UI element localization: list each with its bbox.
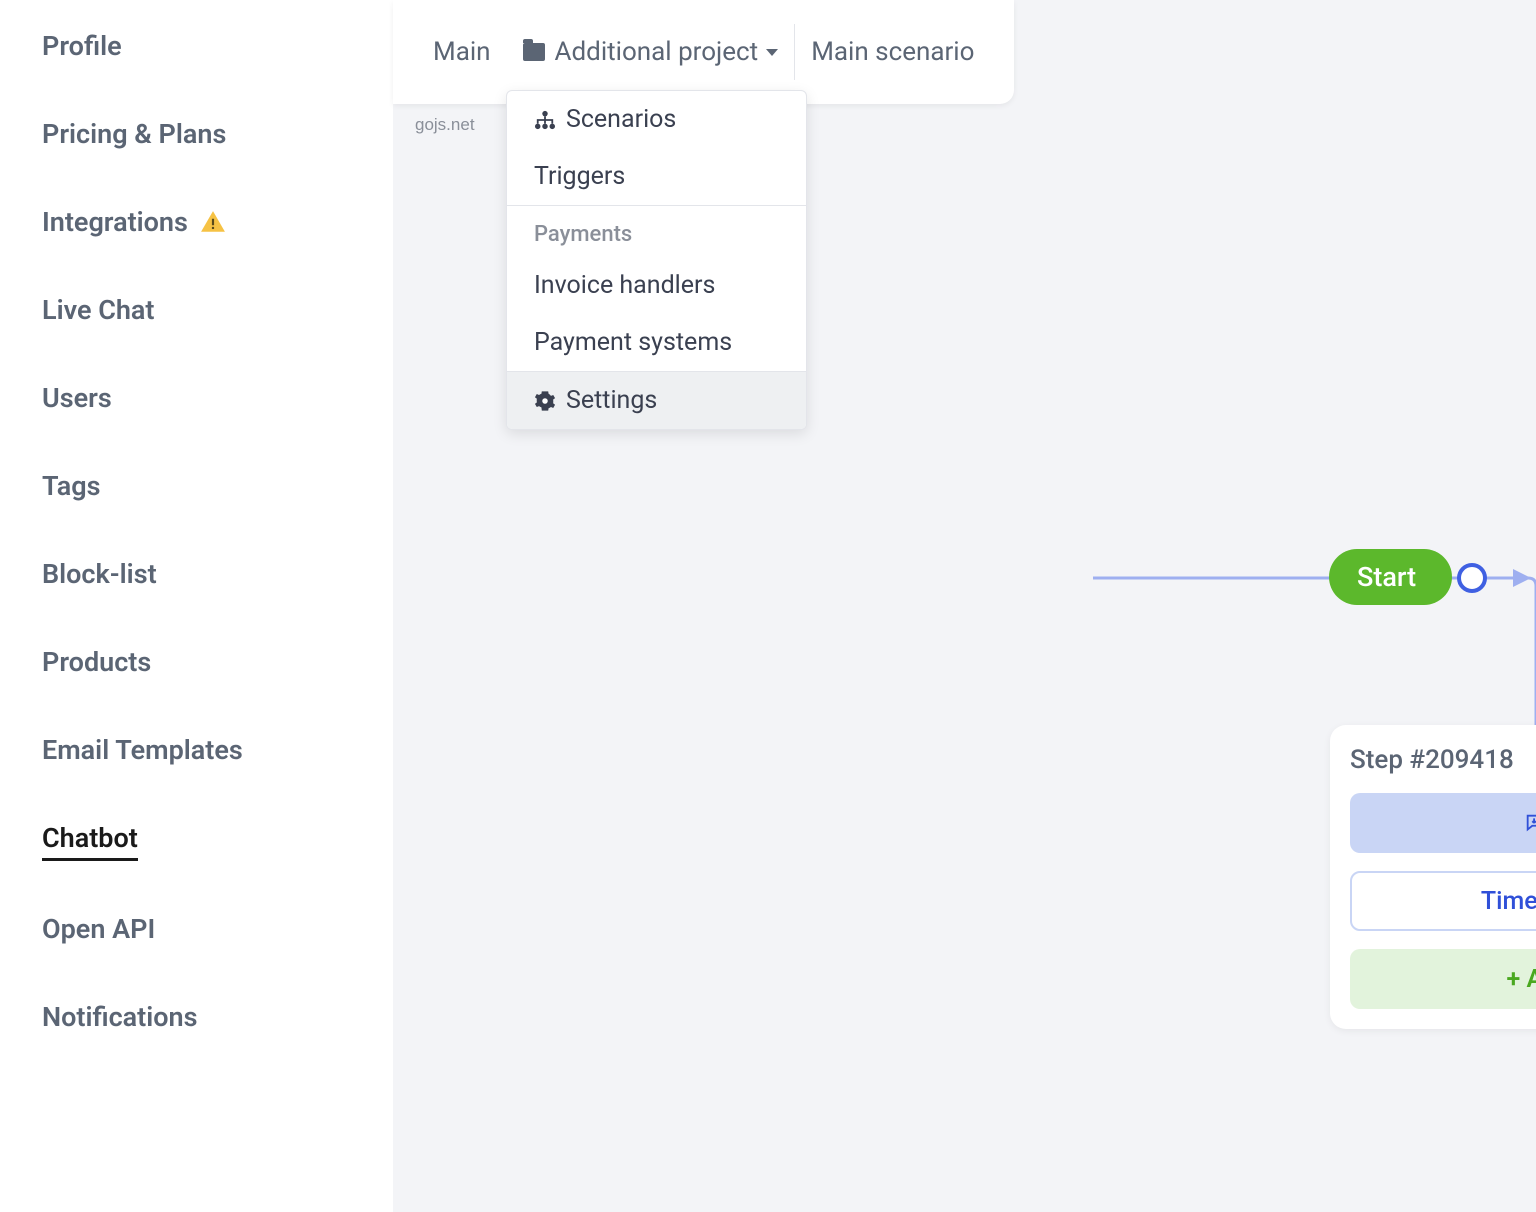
- start-node-label: Start: [1357, 561, 1416, 593]
- dropdown-label: Scenarios: [566, 105, 676, 134]
- step-title: Step #209418: [1350, 745, 1514, 775]
- dropdown-label: Triggers: [534, 162, 625, 191]
- canvas[interactable]: gojs.net Start Step #209418 /start: [393, 0, 1536, 1212]
- sidebar-item-label: Chatbot: [42, 822, 138, 854]
- sidebar-item-label: Profile: [42, 30, 122, 62]
- start-node-port[interactable]: [1457, 563, 1487, 593]
- breadcrumb-project-label: Additional project: [555, 37, 759, 67]
- sidebar-item-label: Integrations: [42, 206, 188, 238]
- step-timeout-label: Timeout in 24 hr: [1481, 887, 1536, 916]
- step-timeout-slot[interactable]: Timeout in 24 hr +: [1350, 871, 1536, 931]
- breadcrumb-scenario-label: Main scenario: [811, 37, 974, 67]
- gear-icon: [534, 390, 556, 412]
- sidebar-item-livechat[interactable]: Live Chat: [42, 294, 393, 326]
- chevron-down-icon: [766, 49, 778, 56]
- sidebar: Profile Pricing & Plans Integrations Liv…: [0, 0, 393, 1212]
- project-dropdown-menu: Scenarios Triggers Payments Invoice hand…: [506, 90, 807, 430]
- sidebar-item-notifications[interactable]: Notifications: [42, 1001, 393, 1033]
- breadcrumb-main-label: Main: [433, 37, 491, 67]
- sidebar-item-chatbot[interactable]: Chatbot: [42, 822, 138, 861]
- dropdown-item-invoice-handlers[interactable]: Invoice handlers: [507, 257, 806, 314]
- step-add-block[interactable]: + Add block: [1350, 949, 1536, 1009]
- sidebar-item-integrations[interactable]: Integrations: [42, 206, 393, 238]
- sidebar-item-label: Products: [42, 646, 151, 678]
- dropdown-label: Payment systems: [534, 328, 732, 357]
- warning-icon: [200, 209, 226, 235]
- sidebar-item-label: Live Chat: [42, 294, 155, 326]
- sidebar-item-users[interactable]: Users: [42, 382, 393, 414]
- dropdown-label: Settings: [566, 386, 657, 415]
- sidebar-item-label: Notifications: [42, 1001, 198, 1033]
- sidebar-item-email-templates[interactable]: Email Templates: [42, 734, 393, 766]
- sidebar-item-products[interactable]: Products: [42, 646, 393, 678]
- breadcrumb: Main Additional project Main scenario: [393, 0, 1014, 104]
- sidebar-item-blocklist[interactable]: Block-list: [42, 558, 393, 590]
- breadcrumb-project-dropdown[interactable]: Additional project: [507, 0, 795, 104]
- breadcrumb-main[interactable]: Main: [417, 0, 507, 104]
- start-node[interactable]: Start: [1329, 549, 1452, 605]
- sidebar-item-tags[interactable]: Tags: [42, 470, 393, 502]
- step-card[interactable]: Step #209418 /start Timeout in 24 hr + +…: [1330, 725, 1536, 1029]
- dropdown-item-scenarios[interactable]: Scenarios: [507, 91, 806, 148]
- step-add-label: + Add block: [1507, 965, 1536, 994]
- sidebar-item-label: Email Templates: [42, 734, 243, 766]
- step-header: Step #209418: [1350, 745, 1536, 775]
- dropdown-item-triggers[interactable]: Triggers: [507, 148, 806, 205]
- message-in-icon: [1524, 812, 1536, 834]
- step-start-slot[interactable]: /start: [1350, 793, 1536, 853]
- sitemap-icon: [534, 110, 556, 130]
- sidebar-item-label: Pricing & Plans: [42, 118, 226, 150]
- dropdown-header-payments: Payments: [507, 206, 806, 257]
- folder-icon: [523, 43, 545, 61]
- breadcrumb-scenario[interactable]: Main scenario: [795, 0, 990, 104]
- dropdown-label: Invoice handlers: [534, 271, 715, 300]
- sidebar-item-label: Block-list: [42, 558, 157, 590]
- sidebar-item-openapi[interactable]: Open API: [42, 913, 393, 945]
- watermark: gojs.net: [415, 115, 475, 135]
- sidebar-item-label: Tags: [42, 470, 100, 502]
- sidebar-item-label: Open API: [42, 913, 155, 945]
- dropdown-item-payment-systems[interactable]: Payment systems: [507, 314, 806, 371]
- sidebar-item-label: Users: [42, 382, 112, 414]
- sidebar-item-pricing[interactable]: Pricing & Plans: [42, 118, 393, 150]
- dropdown-item-settings[interactable]: Settings: [507, 372, 806, 429]
- sidebar-item-profile[interactable]: Profile: [42, 30, 393, 62]
